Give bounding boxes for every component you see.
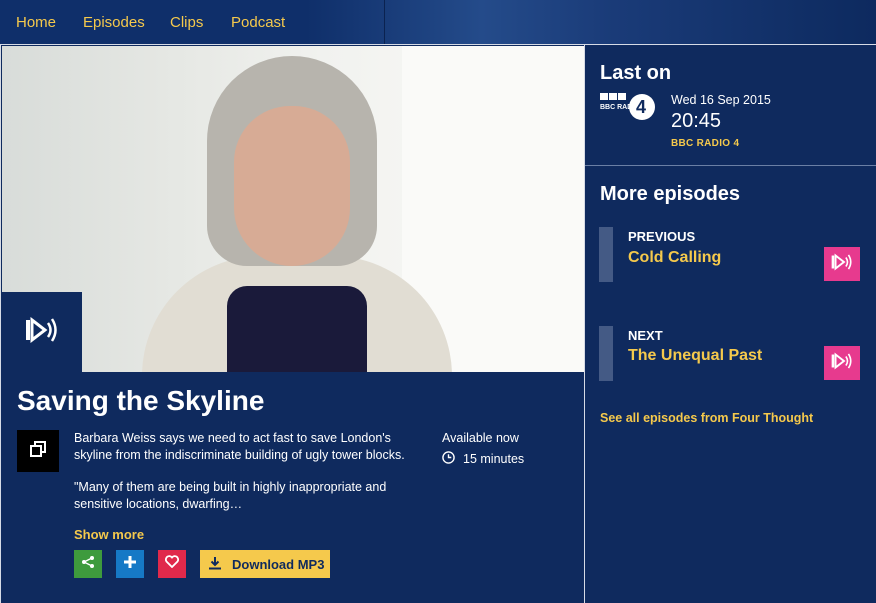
duration-text: 15 minutes <box>463 452 525 466</box>
iplayer-radio-play-icon <box>831 352 853 375</box>
nav-divider <box>384 0 385 44</box>
episode-quote: "Many of them are being built in highly … <box>74 480 387 511</box>
broadcast-time: 20:45 <box>671 110 722 132</box>
episode-title: Saving the Skyline <box>17 385 265 416</box>
logo-number: 4 <box>636 97 647 117</box>
section-divider <box>585 165 876 166</box>
iplayer-radio-play-icon <box>831 253 853 276</box>
top-navigation: Home Episodes Clips Podcast <box>0 0 876 44</box>
duration: 15 minutes <box>442 451 524 467</box>
download-icon <box>208 556 222 573</box>
episode-image <box>2 46 584 372</box>
nav-clips[interactable]: Clips <box>170 14 203 31</box>
previous-play-button[interactable] <box>824 247 860 281</box>
download-mp3-button[interactable]: Download MP3 <box>200 550 330 578</box>
see-all-episodes-link[interactable]: See all episodes from Four Thought <box>600 411 813 425</box>
plus-icon <box>123 555 137 574</box>
action-buttons: Download MP3 <box>74 550 330 578</box>
previous-label: PREVIOUS <box>628 229 696 244</box>
iplayer-radio-play-icon <box>25 316 59 348</box>
favourite-button[interactable] <box>158 550 186 578</box>
previous-marker <box>599 227 613 282</box>
heart-icon <box>165 555 179 573</box>
expand-button[interactable] <box>17 430 59 472</box>
broadcast-date: Wed 16 Sep 2015 <box>671 93 771 107</box>
more-episodes-heading: More episodes <box>600 183 741 205</box>
episode-description: Barbara Weiss says we need to act fast t… <box>74 431 405 462</box>
nav-home[interactable]: Home <box>16 14 56 31</box>
nav-podcast[interactable]: Podcast <box>231 14 285 31</box>
expand-icon <box>30 440 46 462</box>
logo-text: BBC RADIO <box>600 104 640 111</box>
next-play-button[interactable] <box>824 346 860 380</box>
clock-icon <box>442 451 455 467</box>
share-button[interactable] <box>74 550 102 578</box>
next-label: NEXT <box>628 328 663 343</box>
share-icon <box>81 555 95 574</box>
previous-episode-link[interactable]: Cold Calling <box>628 249 721 267</box>
availability-text: Available now <box>442 431 519 445</box>
nav-episodes[interactable]: Episodes <box>83 14 145 31</box>
hero-play-button[interactable] <box>2 292 82 372</box>
episode-panel: Saving the Skyline Barbara Weiss says we… <box>0 44 584 603</box>
sidebar: Last on BBC RADIO 4 Wed 16 Sep 2015 20:4… <box>584 44 876 603</box>
bbc-radio-4-logo: BBC RADIO 4 <box>600 92 656 122</box>
download-label: Download MP3 <box>232 556 325 572</box>
next-marker <box>599 326 613 381</box>
station-link[interactable]: BBC RADIO 4 <box>671 138 739 149</box>
next-episode-link[interactable]: The Unequal Past <box>628 347 762 365</box>
last-on-heading: Last on <box>600 62 672 84</box>
show-more-link[interactable]: Show more <box>74 527 144 542</box>
add-button[interactable] <box>116 550 144 578</box>
